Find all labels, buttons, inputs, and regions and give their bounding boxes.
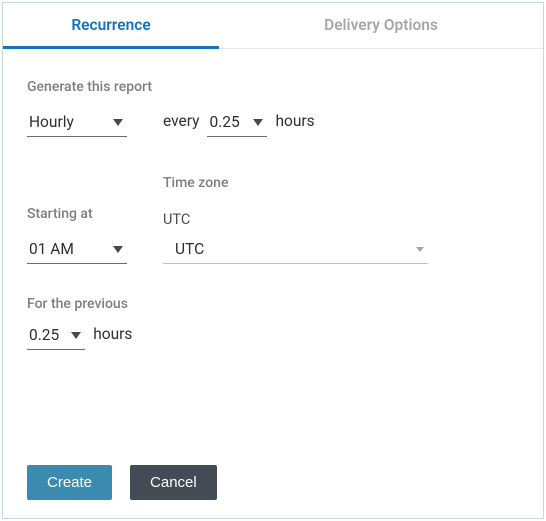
starting-at-section: Starting at 01 AM (27, 178, 127, 264)
previous-value: 0.25 (29, 326, 59, 344)
timezone-select-value: UTC (165, 240, 204, 258)
every-value: 0.25 (209, 113, 239, 131)
generate-section: Generate this report Hourly every 0.25 h… (27, 79, 519, 175)
caret-down-icon (253, 119, 263, 126)
content-area: Generate this report Hourly every 0.25 h… (3, 49, 543, 518)
tab-delivery-label: Delivery Options (324, 16, 438, 34)
cancel-button[interactable]: Cancel (130, 465, 217, 500)
recurrence-panel: Recurrence Delivery Options Generate thi… (2, 2, 544, 519)
timezone-section: Time zone UTC UTC (163, 175, 428, 264)
tabs: Recurrence Delivery Options (3, 3, 543, 49)
frequency-select[interactable]: Hourly (27, 109, 127, 137)
footer-buttons: Create Cancel (27, 445, 519, 500)
previous-value-select[interactable]: 0.25 (27, 322, 85, 350)
tab-delivery-options[interactable]: Delivery Options (219, 3, 543, 48)
create-button-label: Create (47, 474, 92, 491)
timezone-label: Time zone (163, 175, 428, 191)
tab-recurrence-label: Recurrence (71, 16, 150, 34)
starting-at-select[interactable]: 01 AM (27, 236, 127, 264)
every-value-select[interactable]: 0.25 (207, 109, 267, 137)
starting-at-label: Starting at (27, 206, 127, 222)
caret-down-icon (416, 247, 424, 252)
previous-unit: hours (93, 325, 132, 348)
previous-label: For the previous (27, 296, 519, 312)
timezone-select[interactable]: UTC (163, 236, 428, 264)
caret-down-icon (71, 332, 81, 339)
frequency-value: Hourly (29, 113, 74, 131)
caret-down-icon (113, 119, 123, 126)
previous-section: For the previous 0.25 hours (27, 296, 519, 350)
generate-label: Generate this report (27, 79, 519, 95)
tab-recurrence[interactable]: Recurrence (3, 3, 219, 49)
timezone-text: UTC (163, 211, 428, 228)
caret-down-icon (113, 246, 123, 253)
every-prefix: every (163, 112, 199, 135)
every-unit: hours (275, 112, 314, 135)
cancel-button-label: Cancel (150, 474, 197, 491)
starting-at-value: 01 AM (29, 240, 74, 258)
create-button[interactable]: Create (27, 465, 112, 500)
